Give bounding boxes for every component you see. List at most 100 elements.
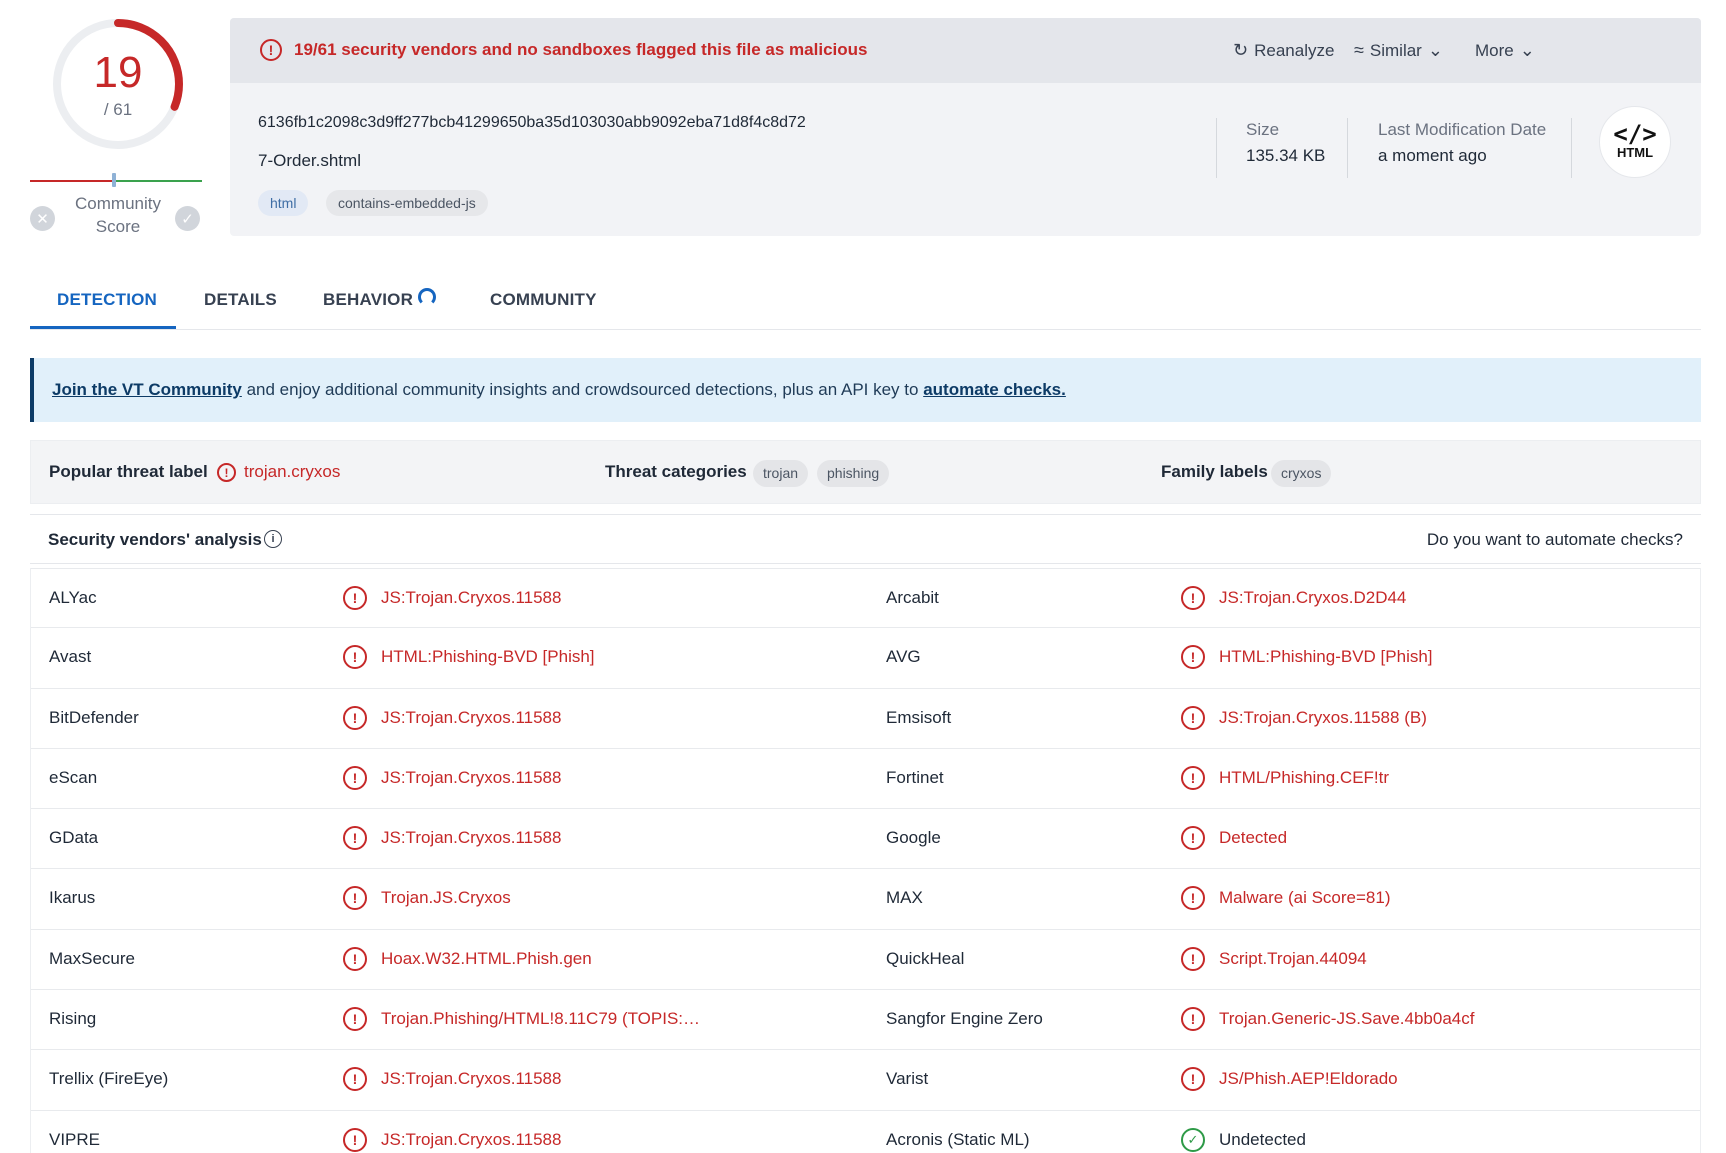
vendor-name: Rising [49, 1009, 97, 1029]
vendor-result: JS:Trojan.Cryxos.11588 [381, 767, 562, 787]
vendor-result: JS:Trojan.Cryxos.11588 [381, 1129, 562, 1149]
report-tabs: DETECTION DETAILS BEHAVIOR COMMUNITY [30, 268, 1701, 330]
vendor-name: eScan [49, 767, 98, 787]
close-icon: ✕ [36, 210, 49, 228]
file-type-badge: </> HTML [1599, 106, 1671, 178]
divider [1216, 118, 1217, 178]
alert-icon: ! [343, 886, 367, 911]
alert-message: 19/61 security vendors and no sandboxes … [294, 40, 868, 59]
table-row: Avast! HTML:Phishing-BVD [Phish] AVG! HTML:… [31, 628, 1700, 689]
vendors-table: ALYac! JS:Trojan.Cryxos.11588 Arcabit! JS:T… [30, 568, 1701, 1153]
table-row: Ikarus! Trojan.JS.Cryxos MAX! Malware (ai S… [31, 869, 1700, 930]
alert-icon: ! [343, 1007, 367, 1032]
vendor-result: HTML:Phishing-BVD [Phish] [1219, 647, 1433, 667]
more-label: More [1475, 40, 1514, 60]
vendor-result: HTML:Phishing-BVD [Phish] [381, 647, 595, 667]
community-bar-marker [112, 173, 116, 187]
alert-icon: ! [343, 1067, 367, 1092]
alert-icon: ! [1181, 1007, 1205, 1032]
table-row: BitDefender! JS:Trojan.Cryxos.11588 Emsiso… [31, 689, 1700, 749]
detection-score: 19 / 61 ✕ Community Score ✓ [28, 14, 206, 236]
vendor-result: JS/Phish.AEP!Eldorado [1219, 1069, 1398, 1089]
alert-icon: ! [343, 765, 367, 790]
family-labels-key: Family labels [1161, 462, 1268, 481]
divider [1347, 118, 1348, 178]
active-tab-indicator [30, 326, 176, 329]
last-modified-value: a moment ago [1378, 146, 1487, 165]
alert-icon: ! [343, 586, 367, 610]
vendor-name: Varist [886, 1069, 929, 1089]
automate-checks-prompt[interactable]: Do you want to automate checks? [1427, 530, 1683, 550]
vendor-result: Malware (ai Score=81) [1219, 888, 1391, 908]
divider [1571, 118, 1572, 178]
vendor-name: Google [886, 828, 941, 848]
file-name: 7-Order.shtml [258, 151, 361, 170]
size-label: Size [1246, 120, 1280, 139]
vendor-result: Script.Trojan.44094 [1219, 948, 1367, 968]
vote-up-button[interactable]: ✓ [175, 206, 200, 231]
detection-count: 19 [93, 48, 143, 97]
tab-detection[interactable]: DETECTION [57, 290, 157, 310]
table-row: ALYac! JS:Trojan.Cryxos.11588 Arcabit! JS:T… [31, 568, 1700, 629]
last-modified-label: Last Modification Date [1378, 120, 1547, 139]
vote-down-button[interactable]: ✕ [30, 206, 55, 231]
vendor-result: Undetected [1219, 1129, 1306, 1149]
community-score-label: Community Score [75, 194, 161, 236]
similar-button[interactable]: ≈ Similar ⌄ [1354, 40, 1443, 61]
community-bar-positive [115, 180, 202, 182]
alert-icon: ! [1181, 886, 1205, 911]
loading-spinner-icon [418, 288, 436, 306]
file-hash[interactable]: 6136fb1c2098c3d9ff277bcb41299650ba35d103… [258, 114, 806, 132]
vendor-total: / 61 [103, 100, 133, 119]
vendor-name: Avast [49, 647, 92, 667]
community-bar-negative [30, 180, 115, 182]
vendor-result: Trojan.JS.Cryxos [381, 888, 511, 908]
file-type-label: HTML [1616, 145, 1654, 160]
join-community-link[interactable]: Join the VT Community [52, 380, 242, 399]
tab-behavior[interactable]: BEHAVIOR [323, 290, 413, 310]
vendor-name: GData [49, 828, 99, 848]
alert-icon: ! [343, 705, 367, 730]
tag-contains-embedded-js[interactable]: contains-embedded-js [326, 190, 488, 216]
vendor-name: Emsisoft [886, 707, 952, 727]
vendor-name: Sangfor Engine Zero [886, 1009, 1043, 1029]
refresh-icon: ↻ [1233, 40, 1249, 60]
popular-threat-label-value[interactable]: trojan.cryxos [244, 462, 340, 482]
banner-text: and enjoy additional community insights … [241, 380, 924, 399]
community-banner: Join the VT Community and enjoy addition… [30, 358, 1701, 422]
file-summary-card: ! 19/61 security vendors and no sandboxe… [230, 18, 1701, 236]
vendor-name: Trellix (FireEye) [49, 1069, 169, 1089]
vendor-name: AVG [886, 647, 921, 667]
vendor-result: JS:Trojan.Cryxos.11588 [381, 1069, 562, 1089]
chevron-down-icon: ⌄ [1519, 40, 1535, 60]
more-button[interactable]: More ⌄ [1475, 40, 1535, 61]
vendors-analysis-title: Security vendors' analysis [48, 530, 262, 549]
file-report-page: 19 / 61 ✕ Community Score ✓ ! 19/61 secu… [0, 0, 1726, 1153]
threat-categories-key: Threat categories [605, 462, 747, 481]
family-label-chip[interactable]: cryxos [1271, 460, 1332, 487]
vendor-result: Trojan.Generic-JS.Save.4bb0a4cf [1219, 1009, 1475, 1029]
vendor-result: Detected [1219, 828, 1288, 848]
vendor-name: MAX [886, 888, 923, 908]
reanalyze-label: Reanalyze [1254, 40, 1335, 60]
alert-icon: ! [343, 826, 367, 851]
threat-category-chip[interactable]: phishing [817, 460, 890, 487]
vendor-name: Acronis (Static ML) [886, 1129, 1030, 1149]
vendor-name: ALYac [49, 588, 97, 607]
vendor-name: QuickHeal [886, 948, 965, 968]
reanalyze-button[interactable]: ↻ Reanalyze [1233, 40, 1334, 61]
info-icon[interactable]: i [264, 530, 282, 548]
tag-html[interactable]: html [258, 190, 309, 216]
tab-details[interactable]: DETAILS [204, 290, 277, 310]
vendor-result: JS:Trojan.Cryxos.11588 [381, 828, 562, 848]
alert-icon: ! [343, 946, 367, 971]
threat-category-chip[interactable]: trojan [753, 460, 809, 487]
automate-checks-link[interactable]: automate checks. [923, 380, 1066, 399]
vendor-result: JS:Trojan.Cryxos.11588 [381, 707, 562, 727]
alert-icon: ! [343, 1127, 367, 1152]
alert-icon: ! [217, 463, 236, 482]
tab-community[interactable]: COMMUNITY [490, 290, 597, 310]
threat-labels-panel: Popular threat label ! trojan.cryxos Thr… [30, 440, 1701, 504]
check-icon: ✓ [181, 210, 194, 228]
vendor-name: VIPRE [49, 1129, 101, 1149]
